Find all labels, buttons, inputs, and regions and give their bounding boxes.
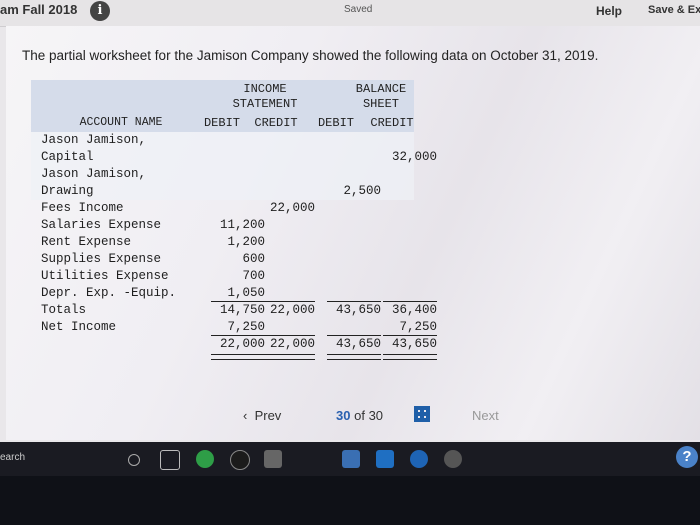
net-income-rule: [383, 335, 437, 336]
page-indicator: 30 of 30: [336, 408, 383, 423]
account-name: Salaries Expense: [41, 218, 162, 232]
account-name: Rent Expense: [41, 235, 132, 249]
account-name: Utilities Expense: [41, 269, 169, 283]
amount-bs-credit: 32,000: [391, 150, 437, 164]
net-income-rule: [211, 335, 265, 336]
hp-icon[interactable]: [230, 450, 250, 470]
grid-view-icon[interactable]: [414, 406, 430, 422]
total-rule: [261, 301, 315, 302]
total-pages: 30: [368, 408, 384, 423]
next-button[interactable]: Next: [472, 408, 499, 423]
amount-is-debit: 11,200: [219, 218, 265, 232]
is-credit-header: CREDIT: [254, 116, 298, 130]
amount-bs-credit: 36,400: [391, 303, 437, 317]
save-exit-button[interactable]: Save & Ex: [648, 4, 700, 16]
worksheet-body: Jason Jamison, Capital 32,000 Jason Jamiso…: [31, 132, 437, 364]
amount-bs-credit: 7,250: [399, 320, 437, 334]
double-rule: [383, 354, 437, 360]
question-text: The partial worksheet for the Jamison Co…: [22, 48, 599, 63]
info-icon[interactable]: i: [90, 1, 110, 21]
amount-bs-debit: 2,500: [343, 184, 381, 198]
amount-bs-debit: 43,650: [335, 303, 381, 317]
account-name: Jason Jamison, Capital: [41, 133, 147, 164]
help-circle-icon[interactable]: ?: [676, 446, 698, 468]
mic-icon[interactable]: [128, 454, 140, 466]
page-of-label: of: [354, 408, 365, 423]
hp-support-icon[interactable]: [444, 450, 462, 468]
amount-is-debit: 600: [242, 252, 265, 266]
file-explorer-icon[interactable]: [342, 450, 360, 468]
net-income-rule: [327, 335, 381, 336]
exam-title: am Fall 2018: [0, 2, 78, 17]
account-name: Supplies Expense: [41, 252, 162, 266]
account-name: Totals: [41, 303, 87, 317]
amount-is-credit: 22,000: [269, 337, 315, 351]
amount-is-credit: 22,000: [269, 201, 315, 215]
chrome-icon[interactable]: [196, 450, 214, 468]
amount-is-debit: 1,200: [227, 235, 265, 249]
total-rule: [383, 301, 437, 302]
amount-bs-credit: 43,650: [391, 337, 437, 351]
double-rule: [261, 354, 315, 360]
taskbar-row: earch ?: [0, 442, 700, 476]
amount-is-debit: 7,250: [227, 320, 265, 334]
amount-is-debit: 700: [242, 269, 265, 283]
current-page: 30: [336, 408, 351, 423]
net-income-rule: [261, 335, 315, 336]
income-statement-header: INCOME STATEMENT: [232, 82, 298, 111]
worksheet-table: INCOME STATEMENT BALANCE SHEET ACCOUNT N…: [31, 80, 437, 364]
account-name: Net Income: [41, 320, 117, 334]
bs-debit-header: DEBIT: [317, 116, 354, 130]
account-name: Jason Jamison, Drawing: [41, 167, 147, 198]
store-icon[interactable]: [376, 450, 394, 468]
double-rule: [211, 354, 265, 360]
double-rule: [327, 354, 381, 360]
saved-status: Saved: [344, 4, 373, 15]
taskbar-search[interactable]: earch: [0, 452, 25, 463]
bs-credit-header: CREDIT: [370, 116, 414, 130]
is-debit-header: DEBIT: [203, 116, 240, 130]
total-rule: [211, 301, 265, 302]
amount-is-debit: 1,050: [227, 286, 265, 300]
worksheet-header: INCOME STATEMENT BALANCE SHEET ACCOUNT N…: [31, 80, 414, 132]
account-name: Fees Income: [41, 201, 124, 215]
help-button[interactable]: Help: [596, 4, 622, 18]
balance-sheet-header: BALANCE SHEET: [355, 82, 407, 111]
task-view-icon[interactable]: [160, 450, 180, 470]
amount-is-credit: 22,000: [269, 303, 315, 317]
taskbar: earch ?: [0, 442, 700, 525]
app-icon[interactable]: [264, 450, 282, 468]
prev-label: Prev: [254, 408, 282, 423]
skype-icon[interactable]: [410, 450, 428, 468]
account-name-header: ACCOUNT NAME: [79, 116, 163, 129]
total-rule: [327, 301, 381, 302]
prev-button[interactable]: ‹ Prev: [243, 408, 281, 423]
account-name: Depr. Exp. -Equip.: [41, 286, 177, 300]
top-bar: am Fall 2018 i Saved Help Save & Ex: [0, 0, 700, 27]
amount-bs-debit: 43,650: [335, 337, 381, 351]
